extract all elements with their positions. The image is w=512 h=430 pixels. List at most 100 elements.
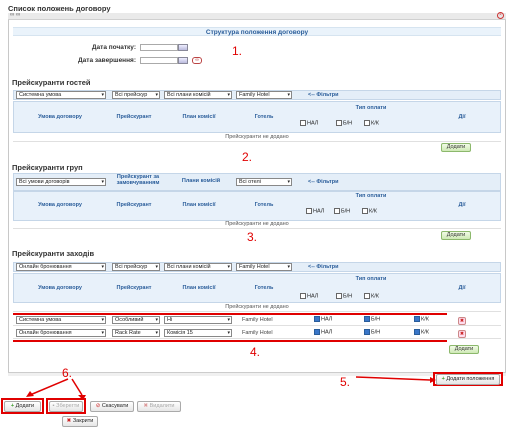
checkbox[interactable]	[334, 208, 340, 214]
save-icon: ▪	[52, 403, 55, 409]
checkbox-checked[interactable]	[364, 329, 370, 335]
delete-row-icon[interactable]: ✖	[458, 330, 466, 338]
col-actions: Дії	[458, 114, 466, 120]
guests-pay-bn[interactable]: Б/Н	[336, 120, 352, 126]
col-actions: Дії	[458, 202, 466, 208]
groups-hotel-select[interactable]: Всі отелі	[236, 178, 292, 186]
annotation-4: 4.	[250, 345, 261, 359]
row-condition-select[interactable]: Онлайн бронювання	[16, 329, 106, 337]
events-empty-message: Прейскуранти не додано	[13, 304, 501, 312]
groups-pay-kk[interactable]: К/К	[362, 208, 377, 214]
add-button[interactable]: + Додати	[4, 401, 41, 412]
panel-toolbar: ∞ ∞ ×	[8, 12, 506, 20]
checkbox-checked[interactable]	[314, 329, 320, 335]
col-price: Прейскурант	[116, 114, 152, 120]
col-price: Прейскурант	[116, 202, 152, 208]
add-position-button[interactable]: + Додати положення	[436, 374, 500, 385]
checkbox-checked[interactable]	[314, 316, 320, 322]
col-plan: План комісії	[182, 285, 216, 291]
row-pay-bn[interactable]: Б/Н	[364, 316, 380, 322]
guests-plan-select[interactable]: Всі плани комісій	[164, 91, 232, 99]
row-price-select[interactable]: Особливий	[112, 316, 160, 324]
events-price-select[interactable]: Всі прейскур	[112, 263, 160, 271]
guests-empty-message: Прейскуранти не додано	[13, 134, 501, 142]
groups-pay-nal[interactable]: НАЛ	[306, 208, 324, 214]
guests-section-title: Прейскуранти гостей	[12, 78, 91, 87]
guests-condition-select[interactable]: Системна умова	[16, 91, 106, 99]
groups-section-title: Прейскуранти груп	[12, 163, 83, 172]
row-price-select[interactable]: Rack Rate	[112, 329, 160, 337]
delete-row-icon[interactable]: ✖	[458, 317, 466, 325]
checkbox[interactable]	[364, 293, 370, 299]
row-plan-select[interactable]: Комісія 15	[164, 329, 232, 337]
delete-button[interactable]: ✖ Видалити	[137, 401, 181, 412]
row-pay-bn[interactable]: Б/Н	[364, 329, 380, 335]
groups-condition-select[interactable]: Всі умови договорів	[16, 178, 106, 186]
checkbox[interactable]	[362, 208, 368, 214]
checkbox-checked[interactable]	[414, 329, 420, 335]
col-hotel: Готель	[254, 285, 274, 291]
checkbox[interactable]	[300, 293, 306, 299]
checkbox-checked[interactable]	[414, 316, 420, 322]
close-icon: ✖	[66, 418, 72, 424]
row-hotel: Family Hotel	[242, 317, 273, 323]
close-button[interactable]: ✖ Закрити	[62, 416, 98, 427]
calendar-icon[interactable]	[178, 44, 188, 51]
annotation-1: 1.	[232, 44, 243, 58]
row-pay-kk[interactable]: К/К	[414, 329, 429, 335]
checkbox-checked[interactable]	[364, 316, 370, 322]
col-pay-type: Тип оплати	[355, 105, 387, 111]
groups-pay-bn[interactable]: Б/Н	[334, 208, 350, 214]
row-hotel: Family Hotel	[242, 330, 273, 336]
annotation-3: 3.	[247, 230, 258, 244]
checkbox[interactable]	[364, 120, 370, 126]
groups-add-button[interactable]: Додати	[441, 231, 471, 240]
events-plan-select[interactable]: Всі плани комісій	[164, 263, 232, 271]
col-plan: План комісії	[182, 202, 216, 208]
row-condition-select[interactable]: Системна умова	[16, 316, 106, 324]
groups-filter-link[interactable]: <-- Фільтри	[308, 179, 338, 185]
events-filter-link[interactable]: <-- Фільтри	[308, 264, 338, 270]
groups-empty-message: Прейскуранти не додано	[13, 221, 501, 229]
checkbox[interactable]	[306, 208, 312, 214]
events-pay-nal[interactable]: НАЛ	[300, 293, 318, 299]
checkbox[interactable]	[300, 120, 306, 126]
annotation-5: 5.	[340, 375, 351, 389]
checkbox[interactable]	[336, 120, 342, 126]
row-pay-kk[interactable]: К/К	[414, 316, 429, 322]
col-price: Прейскурант	[116, 285, 152, 291]
checkbox[interactable]	[336, 293, 342, 299]
infinity-icon[interactable]: ∞	[192, 57, 202, 64]
start-date-input[interactable]	[140, 44, 178, 51]
save-button[interactable]: ▪ Зберегти	[49, 401, 83, 412]
guests-filter-link[interactable]: <-- Фільтри	[308, 92, 338, 98]
cancel-button[interactable]: ⊘ Скасувати	[90, 401, 134, 412]
guests-hotel-select[interactable]: Family Hotel	[236, 91, 292, 99]
guests-add-button[interactable]: Додати	[441, 143, 471, 152]
events-condition-select[interactable]: Онлайн бронювання	[16, 263, 106, 271]
guests-pay-nal[interactable]: НАЛ	[300, 120, 318, 126]
events-pay-bn[interactable]: Б/Н	[336, 293, 352, 299]
close-icon[interactable]: ×	[497, 12, 504, 19]
col-plan: План комісії	[182, 114, 216, 120]
guests-pay-kk[interactable]: К/К	[364, 120, 379, 126]
cancel-icon: ⊘	[95, 403, 101, 409]
events-hotel-select[interactable]: Family Hotel	[236, 263, 292, 271]
end-date-label: Дата завершення:	[78, 57, 136, 64]
events-pay-kk[interactable]: К/К	[364, 293, 379, 299]
start-date-label: Дата початку:	[91, 44, 136, 51]
row-plan-select[interactable]: Ні	[164, 316, 232, 324]
row-pay-nal[interactable]: НАЛ	[314, 329, 332, 335]
groups-plans-label: Плани комісій	[181, 178, 221, 184]
guests-price-select[interactable]: Всі прейскур	[112, 91, 160, 99]
col-condition: Умова договору	[38, 114, 82, 120]
col-pay-type: Тип оплати	[355, 276, 387, 282]
calendar-icon[interactable]	[178, 57, 188, 64]
col-hotel: Готель	[254, 202, 274, 208]
row-pay-nal[interactable]: НАЛ	[314, 316, 332, 322]
end-date-input[interactable]	[140, 57, 178, 64]
annotation-2: 2.	[242, 150, 253, 164]
events-add-button[interactable]: Додати	[449, 345, 479, 354]
col-hotel: Готель	[254, 114, 274, 120]
col-condition: Умова договору	[38, 285, 82, 291]
